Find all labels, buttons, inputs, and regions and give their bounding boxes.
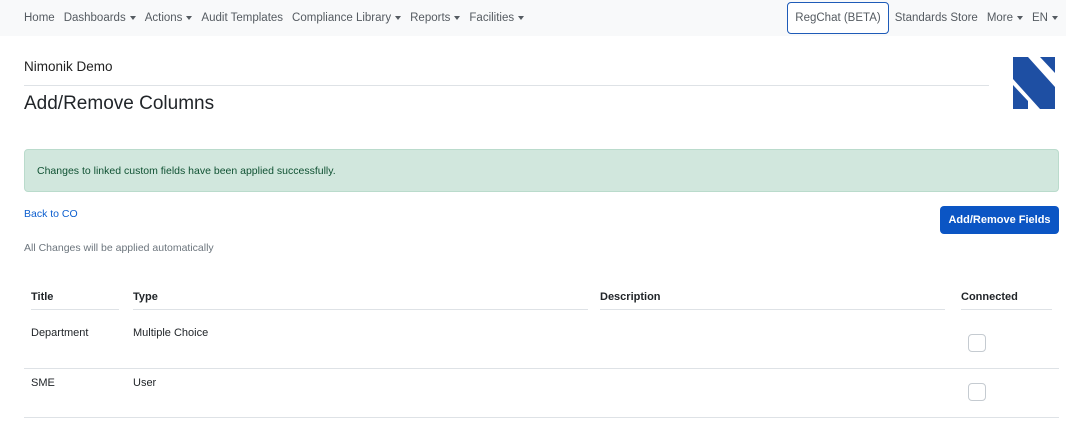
caret-down-icon	[129, 16, 136, 20]
header-underline-connected	[961, 309, 1052, 310]
caret-down-icon	[186, 16, 193, 20]
nav-dashboards[interactable]: Dashboards	[64, 12, 136, 24]
header-underline-type	[133, 309, 588, 310]
add-remove-fields-button[interactable]: Add/Remove Fields	[940, 206, 1059, 234]
nav-audit-templates[interactable]: Audit Templates	[201, 12, 283, 24]
nav-language[interactable]: EN	[1032, 12, 1058, 24]
row-title-cell: SME	[31, 377, 55, 389]
nav-compliance-library[interactable]: Compliance Library	[292, 12, 402, 24]
row-title-cell: Department	[31, 327, 89, 339]
row-divider	[24, 417, 1059, 418]
back-to-co-link[interactable]: Back to CO	[24, 208, 78, 220]
column-header-description: Description	[600, 291, 661, 303]
success-alert: Changes to linked custom fields have bee…	[24, 149, 1059, 192]
nav-facilities-label: Facilities	[469, 12, 515, 24]
organization-name: Nimonik Demo	[24, 59, 113, 74]
nav-reports-label: Reports	[410, 12, 451, 24]
nav-standards-store-label: Standards Store	[894, 12, 978, 24]
top-navbar: Home Dashboards Actions Audit Templates …	[0, 0, 1066, 36]
nav-more[interactable]: More	[986, 12, 1024, 24]
nav-actions-label: Actions	[144, 12, 183, 24]
nav-language-label: EN	[1032, 12, 1048, 24]
header-underline-title	[31, 309, 119, 310]
nav-home[interactable]: Home	[24, 12, 55, 24]
nav-facilities[interactable]: Facilities	[469, 12, 525, 24]
nav-audit-templates-label: Audit Templates	[201, 12, 284, 24]
nav-actions[interactable]: Actions	[145, 12, 193, 24]
nav-left-group: Home Dashboards Actions Audit Templates …	[24, 0, 533, 36]
connected-checkbox-sme[interactable]	[968, 383, 986, 401]
column-header-title: Title	[31, 291, 54, 303]
nav-home-label: Home	[24, 12, 55, 24]
nimonik-logo-icon	[1013, 57, 1055, 109]
row-divider	[24, 368, 1059, 369]
page-title: Add/Remove Columns	[24, 93, 215, 114]
row-type-cell: Multiple Choice	[133, 327, 209, 339]
column-header-connected: Connected	[961, 291, 1018, 303]
row-type-cell: User	[133, 377, 157, 389]
column-header-type: Type	[133, 291, 158, 303]
nav-compliance-library-label: Compliance Library	[292, 12, 392, 24]
connected-checkbox-department[interactable]	[968, 334, 986, 352]
header-underline-description	[600, 309, 945, 310]
caret-down-icon	[1052, 16, 1058, 20]
header-divider	[24, 85, 989, 86]
caret-down-icon	[518, 16, 525, 20]
regchat-button[interactable]: RegChat (BETA)	[787, 2, 889, 34]
nav-more-label: More	[986, 12, 1014, 24]
caret-down-icon	[395, 16, 402, 20]
auto-apply-hint: All Changes will be applied automaticall…	[24, 242, 214, 254]
caret-down-icon	[454, 16, 461, 20]
success-alert-message: Changes to linked custom fields have bee…	[37, 164, 336, 177]
nav-right-group: RegChat (BETA) Standards Store More EN	[787, 0, 1058, 36]
nav-standards-store[interactable]: Standards Store	[895, 12, 978, 24]
nav-dashboards-label: Dashboards	[63, 12, 126, 24]
nav-reports[interactable]: Reports	[410, 12, 461, 24]
caret-down-icon	[1017, 16, 1024, 20]
